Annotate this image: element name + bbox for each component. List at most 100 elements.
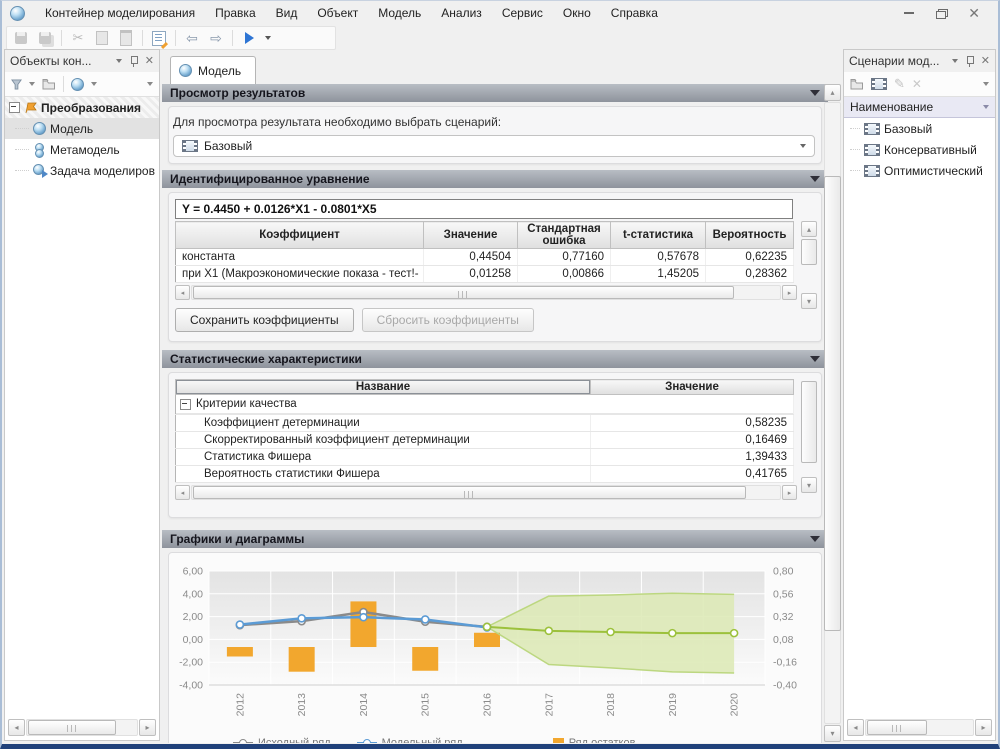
name-column-header[interactable]: Наименование: [844, 97, 995, 118]
scenario-item-conservative[interactable]: Консервативный: [844, 139, 995, 160]
menu-object[interactable]: Объект: [307, 3, 368, 23]
scenario-combobox[interactable]: Базовый: [173, 135, 815, 157]
column-header[interactable]: Название: [176, 380, 591, 395]
coefficients-hscrollbar[interactable]: ◂ ▸: [175, 285, 797, 300]
restore-icon[interactable]: [936, 9, 946, 18]
run-icon[interactable]: [241, 30, 257, 46]
filter-icon[interactable]: [11, 79, 22, 90]
forward-icon[interactable]: ⇨: [208, 30, 224, 46]
save-icon[interactable]: [13, 30, 29, 46]
pin-icon[interactable]: [130, 56, 137, 67]
column-header[interactable]: t-статистика: [611, 222, 706, 249]
menu-analysis[interactable]: Анализ: [431, 3, 492, 23]
scenario-icon: [864, 123, 880, 135]
stats-vscrollbar[interactable]: ▾: [801, 381, 817, 493]
save-coefficients-button[interactable]: Сохранить коэффициенты: [175, 308, 354, 332]
section-header-results[interactable]: Просмотр результатов: [162, 84, 828, 102]
scroll-right-icon[interactable]: ▸: [975, 719, 992, 736]
menu-container[interactable]: Контейнер моделирования: [35, 3, 205, 23]
table-row[interactable]: константа 0,44504 0,77160 0,57678 0,6223…: [176, 249, 794, 266]
scroll-right-icon[interactable]: ▸: [139, 719, 156, 736]
stats-hscrollbar[interactable]: ◂ ▸: [175, 485, 797, 500]
combobox-arrow-icon[interactable]: [800, 144, 806, 148]
delete-icon[interactable]: ✕: [912, 77, 922, 91]
panel-menu-icon[interactable]: [952, 59, 958, 63]
collapse-triangle-icon[interactable]: [810, 356, 820, 362]
scroll-right-icon[interactable]: ▸: [782, 485, 797, 500]
tree-item-metamodel[interactable]: Метамодель: [5, 139, 159, 160]
column-header[interactable]: Значение: [424, 222, 518, 249]
table-row[interactable]: Коэффициент детерминации 0,58235: [176, 415, 794, 432]
folder-icon[interactable]: [850, 78, 864, 90]
panel-close-icon[interactable]: ✕: [981, 56, 990, 67]
scroll-down-icon[interactable]: ▾: [801, 293, 817, 309]
tree-item-model[interactable]: Модель: [5, 118, 159, 139]
column-header[interactable]: Значение: [591, 380, 794, 395]
column-header[interactable]: Стандартная ошибка: [518, 222, 611, 249]
menu-model[interactable]: Модель: [368, 3, 431, 23]
model-tool-icon[interactable]: [71, 78, 84, 91]
close-icon[interactable]: ✕: [968, 8, 980, 19]
column-filter-icon[interactable]: [983, 105, 989, 109]
collapse-triangle-icon[interactable]: [810, 90, 820, 96]
filter-dropdown-icon[interactable]: [29, 82, 35, 86]
scroll-left-icon[interactable]: ◂: [175, 485, 190, 500]
back-icon[interactable]: ⇦: [184, 30, 200, 46]
menu-edit[interactable]: Правка: [205, 3, 266, 23]
minimize-icon[interactable]: [904, 9, 914, 14]
column-header[interactable]: Вероятность: [706, 222, 794, 249]
table-row[interactable]: при X1 (Макроэкономические показа - тест…: [176, 266, 794, 283]
scroll-up-icon[interactable]: ▴: [801, 221, 817, 237]
scroll-left-icon[interactable]: ◂: [175, 285, 190, 300]
paste-icon[interactable]: [118, 30, 134, 46]
toolbar-overflow-icon[interactable]: [147, 82, 153, 86]
section-header-charts[interactable]: Графики и диаграммы: [162, 530, 828, 548]
scenario-item-optimistic[interactable]: Оптимистический: [844, 160, 995, 181]
scenarios-panel-hscrollbar[interactable]: ◂ ▸: [847, 719, 992, 736]
save-all-icon[interactable]: [37, 30, 53, 46]
scroll-right-icon[interactable]: ▸: [782, 285, 797, 300]
scroll-left-icon[interactable]: ◂: [8, 719, 25, 736]
cut-icon[interactable]: ✂: [70, 30, 86, 46]
equation-field[interactable]: Y = 0.4450 + 0.0126*X1 - 0.0801*X5: [175, 199, 793, 219]
menu-help[interactable]: Справка: [601, 3, 668, 23]
coefficients-vscrollbar[interactable]: ▴ ▾: [801, 221, 817, 309]
collapse-triangle-icon[interactable]: [810, 536, 820, 542]
column-header[interactable]: Коэффициент: [176, 222, 424, 249]
edit-icon[interactable]: ✎: [894, 76, 905, 92]
tree-item-transformations[interactable]: Преобразования: [5, 97, 159, 118]
edit-script-icon[interactable]: [151, 30, 167, 46]
section-header-equation[interactable]: Идентифицированное уравнение: [162, 170, 828, 188]
scroll-left-icon[interactable]: ◂: [847, 719, 864, 736]
model-tool-dropdown-icon[interactable]: [91, 82, 97, 86]
panel-close-icon[interactable]: ✕: [145, 56, 154, 67]
table-row[interactable]: Статистика Фишера 1,39433: [176, 449, 794, 466]
main-vscrollbar[interactable]: ▴ ▾: [824, 84, 841, 742]
scrollbar-thumb[interactable]: [824, 176, 841, 631]
table-row[interactable]: Скорректированный коэффициент детерминац…: [176, 432, 794, 449]
scroll-down-icon[interactable]: ▾: [824, 725, 841, 742]
folder-icon[interactable]: [42, 78, 56, 90]
table-group-row[interactable]: Критерии качества: [176, 395, 794, 415]
copy-icon[interactable]: [94, 30, 110, 46]
run-dropdown-icon[interactable]: [265, 36, 271, 40]
tree-item-modeling-task[interactable]: Задача моделиров: [5, 160, 159, 181]
add-scenario-icon[interactable]: [871, 78, 887, 90]
collapse-triangle-icon[interactable]: [810, 176, 820, 182]
section-header-stats[interactable]: Статистические характеристики: [162, 350, 828, 368]
collapse-icon[interactable]: [9, 102, 20, 113]
scroll-up-icon[interactable]: ▴: [824, 84, 841, 101]
menu-window[interactable]: Окно: [553, 3, 601, 23]
collapse-icon[interactable]: [180, 399, 191, 410]
table-row[interactable]: Вероятность статистики Фишера 0,41765: [176, 466, 794, 483]
scroll-down-icon[interactable]: ▾: [801, 477, 817, 493]
panel-menu-icon[interactable]: [116, 59, 122, 63]
scenario-item-base[interactable]: Базовый: [844, 118, 995, 139]
reset-coefficients-button[interactable]: Сбросить коэффициенты: [362, 308, 534, 332]
tab-model[interactable]: Модель: [170, 56, 256, 84]
menu-service[interactable]: Сервис: [492, 3, 553, 23]
toolbar-overflow-icon[interactable]: [983, 82, 989, 86]
pin-icon[interactable]: [966, 56, 973, 67]
objects-panel-hscrollbar[interactable]: ◂ ▸: [8, 719, 156, 736]
menu-view[interactable]: Вид: [266, 3, 308, 23]
